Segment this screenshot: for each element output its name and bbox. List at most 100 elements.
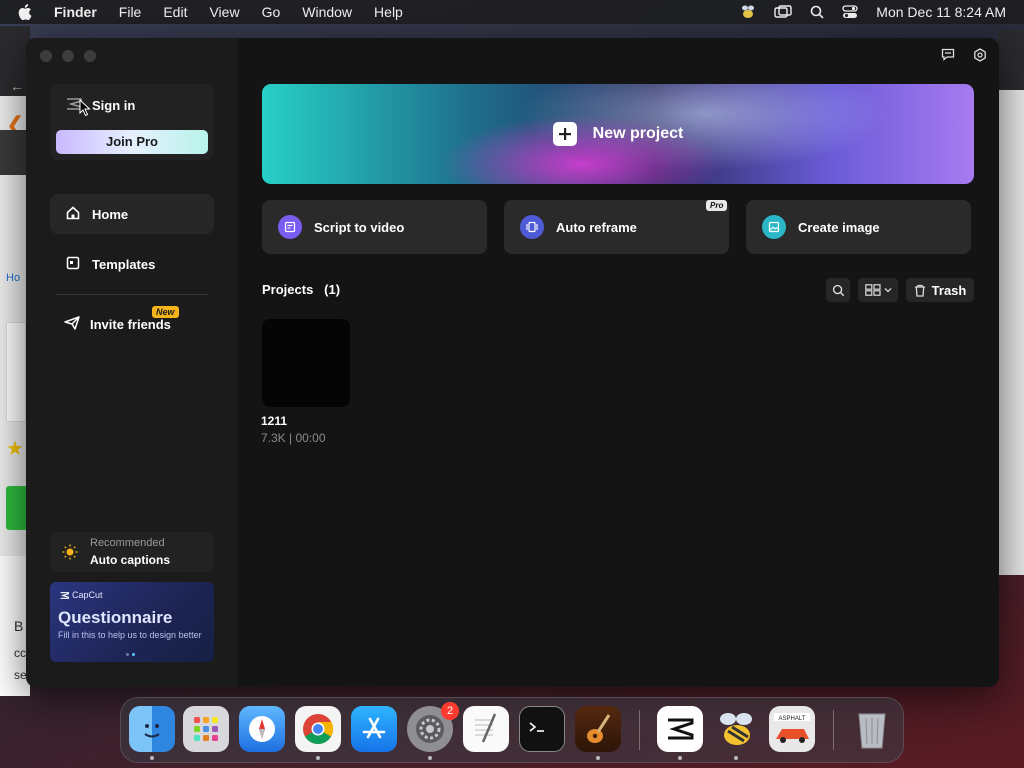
- auto-reframe-label: Auto reframe: [556, 219, 637, 235]
- menu-bar: Finder File Edit View Go Window Help Mon…: [0, 0, 1024, 24]
- background-text-2: cc: [14, 646, 26, 660]
- window-toolbar-icons: [941, 48, 987, 67]
- dock-asphalt-icon[interactable]: ASPHALT: [769, 706, 815, 752]
- project-meta: 7.3K | 00:00: [261, 431, 326, 445]
- templates-icon: [66, 256, 80, 273]
- search-icon: [832, 284, 844, 296]
- dock-capcut-icon[interactable]: [657, 706, 703, 752]
- dock-running-dot: [316, 756, 320, 760]
- menu-edit[interactable]: Edit: [163, 4, 187, 20]
- recommended-card[interactable]: Recommended Auto captions: [50, 532, 214, 572]
- carousel-dots[interactable]: [126, 653, 135, 656]
- dock-chrome-icon[interactable]: [295, 706, 341, 752]
- dock-launchpad-icon[interactable]: [183, 706, 229, 752]
- menu-window[interactable]: Window: [302, 4, 352, 20]
- questionnaire-brand: CapCut: [60, 590, 103, 600]
- project-thumbnail[interactable]: [262, 319, 350, 407]
- pro-badge: Pro: [706, 200, 728, 211]
- sidebar-divider: [56, 294, 208, 295]
- close-window-button[interactable]: [40, 50, 52, 62]
- dock-separator: [639, 710, 640, 750]
- dock-trash-icon[interactable]: [849, 706, 895, 752]
- trash-button[interactable]: Trash: [906, 278, 974, 302]
- dock-app-store-icon[interactable]: [351, 706, 397, 752]
- projects-heading: Projects (1): [262, 282, 341, 297]
- script-to-video-label: Script to video: [314, 219, 405, 235]
- sign-in-label: Sign in: [92, 98, 136, 113]
- background-window-right: [998, 30, 1024, 575]
- feedback-icon[interactable]: [941, 48, 955, 67]
- project-search-button[interactable]: [826, 278, 850, 302]
- account-card: Sign in Join Pro: [50, 84, 214, 160]
- menu-go[interactable]: Go: [262, 4, 281, 20]
- sign-in-button[interactable]: Sign in: [66, 98, 135, 113]
- sidebar-item-home[interactable]: Home: [50, 194, 214, 234]
- script-to-video-button[interactable]: Script to video: [262, 200, 487, 254]
- dock-garageband-icon[interactable]: [575, 706, 621, 752]
- join-pro-button[interactable]: Join Pro: [56, 130, 208, 154]
- sidebar-item-templates-label: Templates: [92, 256, 156, 272]
- background-text-3: se: [14, 668, 27, 682]
- menu-app-name[interactable]: Finder: [54, 4, 97, 20]
- dock-bee-app-icon[interactable]: [713, 706, 759, 752]
- carousel-dot[interactable]: [126, 653, 129, 656]
- create-image-button[interactable]: Create image: [746, 200, 971, 254]
- chevron-down-icon: [884, 288, 891, 293]
- menu-file[interactable]: File: [119, 4, 142, 20]
- questionnaire-brand-label: CapCut: [72, 590, 103, 600]
- background-text-1: B: [14, 618, 24, 634]
- trash-icon: [914, 284, 925, 297]
- reframe-icon: [520, 215, 544, 239]
- dock-running-dot: [734, 756, 738, 760]
- sidebar-item-templates[interactable]: Templates: [50, 244, 214, 284]
- dock-running-dot: [596, 756, 600, 760]
- recommended-caption: Recommended: [90, 537, 165, 549]
- spotlight-search-icon[interactable]: [810, 5, 824, 19]
- questionnaire-subtitle: Fill in this to help us to design better: [58, 630, 202, 640]
- menu-help[interactable]: Help: [374, 4, 403, 20]
- apple-menu-icon[interactable]: [18, 4, 40, 20]
- capcut-brand-icon: [60, 591, 69, 599]
- capcut-window: Sign in Join Pro Home Templates Invite f…: [26, 38, 999, 687]
- dock-safari-icon[interactable]: [239, 706, 285, 752]
- questionnaire-title: Questionnaire: [58, 608, 173, 627]
- view-toggle-button[interactable]: [858, 278, 898, 302]
- sidebar: Sign in Join Pro Home Templates Invite f…: [26, 38, 238, 687]
- bee-status-icon[interactable]: [740, 4, 756, 20]
- notification-badge: 2: [441, 702, 459, 720]
- dock: ASPHALT: [120, 697, 904, 763]
- sidebar-item-home-label: Home: [92, 206, 129, 222]
- recommended-title: Auto captions: [90, 553, 170, 567]
- background-card: [6, 322, 26, 422]
- dock-textedit-icon[interactable]: [463, 706, 509, 752]
- screen-mirroring-icon[interactable]: [774, 5, 792, 19]
- project-name[interactable]: 1211: [261, 414, 287, 428]
- mouse-cursor-icon: [79, 98, 91, 122]
- plus-icon: [552, 122, 577, 146]
- star-icon: ★: [6, 438, 24, 460]
- carousel-dot-active[interactable]: [132, 653, 135, 656]
- zoom-window-button[interactable]: [84, 50, 96, 62]
- control-center-icon[interactable]: [842, 5, 858, 19]
- trash-label: Trash: [931, 282, 967, 298]
- dock-separator: [833, 710, 834, 750]
- menubar-clock[interactable]: Mon Dec 11 8:24 AM: [876, 4, 1006, 20]
- home-icon: [66, 205, 80, 223]
- background-link: Ho: [6, 272, 21, 284]
- minimize-window-button[interactable]: [62, 50, 74, 62]
- dock-running-dot: [428, 756, 432, 760]
- dock-finder-icon[interactable]: [129, 706, 175, 752]
- create-image-label: Create image: [798, 219, 880, 235]
- window-controls: [40, 50, 96, 62]
- settings-gear-icon[interactable]: [973, 48, 987, 67]
- new-project-label: New project: [592, 125, 684, 142]
- dock-terminal-icon[interactable]: [519, 706, 565, 752]
- lightbulb-icon: [62, 544, 78, 565]
- questionnaire-banner[interactable]: CapCut Questionnaire Fill in this to hel…: [50, 582, 214, 662]
- sidebar-item-invite[interactable]: Invite friends: [50, 304, 214, 344]
- new-project-button[interactable]: New project: [262, 84, 974, 184]
- menu-view[interactable]: View: [209, 4, 239, 20]
- dock-running-dot: [150, 756, 154, 760]
- grid-view-icon: [864, 284, 881, 296]
- auto-reframe-button[interactable]: Auto reframe: [504, 200, 729, 254]
